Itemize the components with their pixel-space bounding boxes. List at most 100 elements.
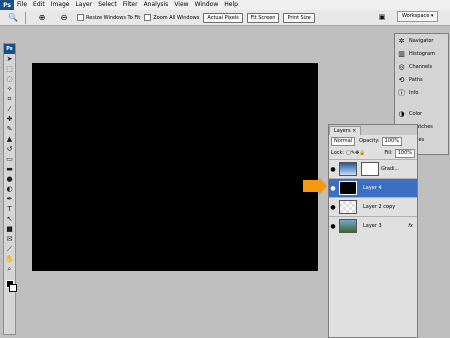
channels-icon: ◎ — [398, 62, 405, 71]
histogram-icon: ▥ — [398, 49, 405, 58]
info-icon: ⓘ — [398, 88, 405, 97]
lasso-tool-icon[interactable]: ◌ — [4, 74, 15, 84]
healing-tool-icon[interactable]: ✚ — [4, 114, 15, 124]
crop-tool-icon[interactable]: ⌗ — [4, 94, 15, 104]
menu-file[interactable]: File — [14, 0, 30, 10]
pen-tool-icon[interactable]: ✒ — [4, 194, 15, 204]
fx-badge[interactable]: fx — [408, 223, 413, 229]
eye-icon[interactable]: ● — [329, 218, 337, 234]
layer-thumbnail — [339, 181, 357, 195]
workspace-button[interactable]: Workspace ▾ — [397, 11, 439, 22]
menu-help[interactable]: Help — [221, 0, 241, 10]
eyedropper-tool-icon[interactable]: ⟋ — [4, 244, 15, 254]
paths-icon: ⟲ — [398, 75, 405, 84]
document-canvas[interactable] — [32, 63, 318, 271]
opacity-input[interactable]: 100% — [381, 136, 402, 146]
dock-item-histogram[interactable]: ▥ Histogram — [395, 47, 448, 60]
divider — [25, 11, 26, 24]
shape-tool-icon[interactable]: ■ — [4, 224, 15, 234]
gradient-tool-icon[interactable]: ▬ — [4, 164, 15, 174]
eye-icon[interactable]: ● — [329, 180, 337, 196]
dock-item-paths[interactable]: ⟲ Paths — [395, 73, 448, 86]
menu-select[interactable]: Select — [95, 0, 120, 10]
layer-row[interactable]: ● Layer 3 fx — [329, 216, 417, 235]
hand-tool-icon[interactable]: ✋ — [4, 254, 15, 264]
dock-item-label: Info — [409, 89, 419, 96]
stamp-tool-icon[interactable]: ▲ — [4, 134, 15, 144]
close-icon[interactable]: × — [352, 128, 356, 134]
history-brush-tool-icon[interactable]: ↺ — [4, 144, 15, 154]
workspace-icon[interactable]: ▣ — [375, 12, 389, 22]
resize-windows-checkbox[interactable]: Resize Windows To Fit — [77, 14, 140, 21]
checkbox-label: Resize Windows To Fit — [86, 14, 141, 21]
eraser-tool-icon[interactable]: ▭ — [4, 154, 15, 164]
eye-icon[interactable]: ● — [329, 161, 337, 177]
background-color[interactable] — [9, 284, 17, 292]
layer-name: Layer 3 — [363, 223, 382, 229]
path-select-tool-icon[interactable]: ↖ — [4, 214, 15, 224]
lock-label: Lock: — [331, 150, 345, 156]
dodge-tool-icon[interactable]: ◐ — [4, 184, 15, 194]
zoom-in-icon[interactable]: ⊕ — [33, 12, 51, 24]
menu-analysis[interactable]: Analysis — [141, 0, 172, 10]
layer-thumbnail — [339, 162, 357, 176]
brush-tool-icon[interactable]: ✎ — [4, 124, 15, 134]
layer-row[interactable]: ● Gradi... — [329, 159, 417, 178]
app-logo: Ps — [0, 0, 14, 10]
menu-bar: Ps File Edit Image Layer Select Filter A… — [0, 0, 450, 10]
dock-item-label: Paths — [409, 76, 423, 83]
dock-item-label: Navigator — [409, 37, 434, 44]
zoom-icon[interactable]: 🔍 — [4, 12, 22, 24]
lock-all-icon[interactable]: 🔒 — [359, 150, 365, 156]
marquee-tool-icon[interactable]: ⬚ — [4, 64, 15, 74]
menu-layer[interactable]: Layer — [72, 0, 95, 10]
color-icon: ◑ — [398, 109, 405, 118]
menu-edit[interactable]: Edit — [30, 0, 48, 10]
zoom-all-windows-checkbox[interactable]: Zoom All Windows — [144, 14, 199, 21]
layer-row[interactable]: ● Layer 2 copy — [329, 197, 417, 216]
fill-input[interactable]: 100% — [394, 148, 415, 158]
layers-lock-row: Lock: ▢ ✎ ✥ 🔒 Fill: 100% — [329, 147, 417, 159]
print-size-button[interactable]: Print Size — [283, 12, 315, 23]
dock-item-info[interactable]: ⓘ Info — [395, 86, 448, 99]
type-tool-icon[interactable]: T — [4, 204, 15, 214]
dock-item-channels[interactable]: ◎ Channels — [395, 60, 448, 73]
menu-image[interactable]: Image — [48, 0, 73, 10]
menu-view[interactable]: View — [171, 0, 191, 10]
layers-tabbar: Layers × — [329, 125, 417, 135]
zoom-out-icon[interactable]: ⊖ — [55, 12, 73, 24]
navigator-icon: ✲ — [398, 36, 405, 45]
toolbox: Ps ➤ ⬚ ◌ ✧ ⌗ ⁄ ✚ ✎ ▲ ↺ ▭ ▬ ● ◐ ✒ T ↖ ■ ✉… — [3, 43, 17, 335]
blend-mode-select[interactable]: Normal — [331, 136, 356, 146]
layer-mask-thumbnail — [361, 162, 379, 176]
tab-label: Layers — [334, 128, 351, 134]
layer-name: Gradi... — [381, 166, 400, 172]
layer-row[interactable]: ● Layer 4 — [329, 178, 417, 197]
fill-label: Fill: — [384, 150, 393, 156]
checkbox-box[interactable] — [144, 14, 152, 21]
layers-panel: Layers × Normal Opacity: 100% Lock: ▢ ✎ … — [328, 124, 418, 338]
magic-wand-tool-icon[interactable]: ✧ — [4, 84, 15, 94]
dock-item-navigator[interactable]: ✲ Navigator — [395, 34, 448, 47]
dock-item-label: Histogram — [409, 50, 435, 57]
workspace-area: ▣ Workspace ▾ — [375, 11, 439, 22]
zoom-tool-icon[interactable]: ⌕ — [4, 264, 15, 274]
menu-window[interactable]: Window — [192, 0, 222, 10]
actual-pixels-button[interactable]: Actual Pixels — [203, 12, 243, 23]
eye-icon[interactable]: ● — [329, 199, 337, 215]
dock-item-color[interactable]: ◑ Color — [395, 107, 448, 120]
color-swatches[interactable] — [4, 278, 17, 298]
notes-tool-icon[interactable]: ✉ — [4, 234, 15, 244]
fit-screen-button[interactable]: Fit Screen — [246, 12, 280, 23]
layer-thumbnail — [339, 200, 357, 214]
opacity-label: Opacity: — [359, 138, 380, 144]
blur-tool-icon[interactable]: ● — [4, 174, 15, 184]
checkbox-box[interactable] — [77, 14, 84, 21]
menu-filter[interactable]: Filter — [120, 0, 141, 10]
move-tool-icon[interactable]: ➤ — [4, 54, 15, 64]
pointer-arrow — [303, 177, 327, 195]
checkbox-label: Zoom All Windows — [153, 14, 200, 21]
tab-layers[interactable]: Layers × — [329, 126, 362, 135]
slice-tool-icon[interactable]: ⁄ — [4, 104, 15, 114]
